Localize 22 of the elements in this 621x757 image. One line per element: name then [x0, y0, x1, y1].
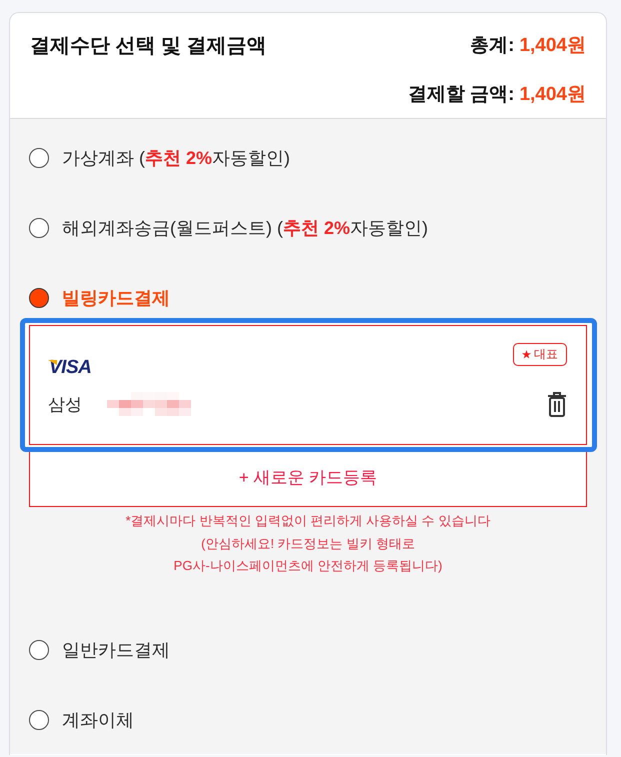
total-amount: 1,404원: [519, 83, 586, 107]
radio-button[interactable]: [29, 218, 49, 238]
notice-text: *결제시마다 반복적인 입력없이 편리하게 사용하실 수 있습니다: [124, 512, 492, 530]
section-title: 결제수단 선택 및 결제금액: [30, 34, 267, 58]
payment-option-label[interactable]: 해외계좌송금(월드퍼스트) (추천 2%자동할인): [62, 216, 428, 240]
total-amount: 1,404원: [519, 34, 586, 58]
radio-button[interactable]: [29, 710, 49, 730]
radio-button[interactable]: [29, 640, 49, 660]
radio-button[interactable]: [29, 288, 49, 308]
trash-icon[interactable]: [547, 391, 567, 417]
payment-option-label[interactable]: 계좌이체: [62, 708, 134, 732]
star-icon: [522, 350, 531, 359]
add-card-button[interactable]: + 새로운 카드등록: [29, 452, 587, 507]
notice-text: (안심하세요! 카드정보는 빌키 형태로 PG사-나이스페이먼츠에 안전하게 등록됩니다): [172, 534, 444, 575]
payment-option-label[interactable]: 가상계좌 (추천 2%자동할인): [62, 146, 290, 170]
visa-logo: VISA: [48, 358, 92, 377]
tag-label: 대표: [534, 346, 558, 363]
total-label: 총계:: [470, 34, 514, 58]
total-label: 결제할 금액:: [408, 83, 514, 107]
card-issuer: 삼성: [48, 394, 82, 416]
radio-button[interactable]: [29, 148, 49, 168]
payment-option-label[interactable]: 일반카드결제: [62, 638, 170, 662]
